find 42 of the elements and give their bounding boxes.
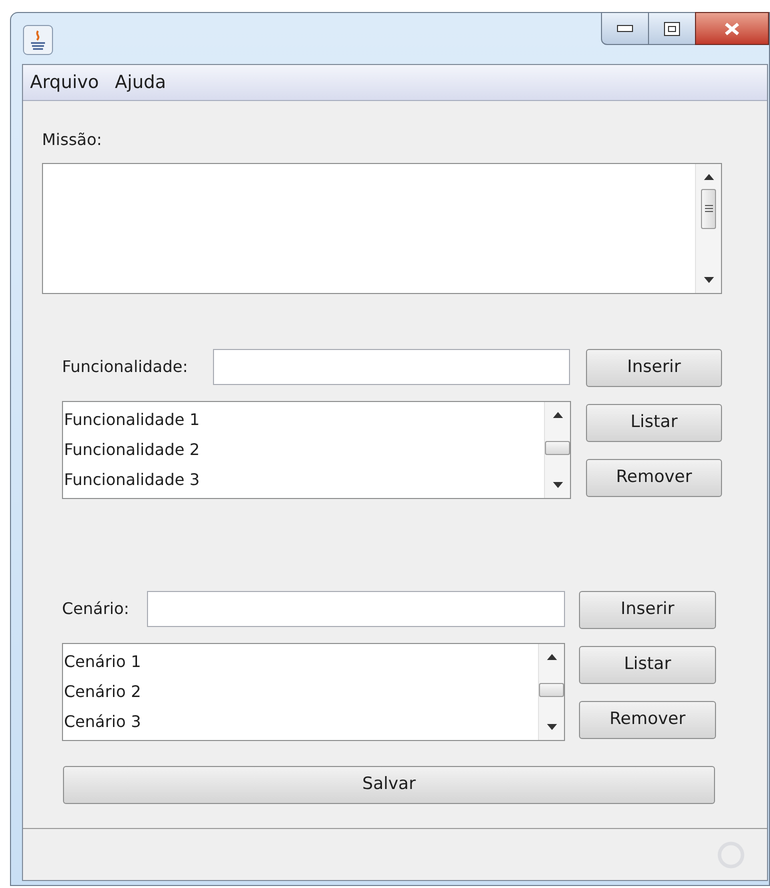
- list-item[interactable]: Cenário 2: [64, 677, 142, 707]
- action-button[interactable]: Inserir: [579, 591, 716, 629]
- field-label: Funcionalidade:: [62, 356, 189, 378]
- list-box[interactable]: Cenário 1 Cenário 2 Cenário 3: [62, 643, 565, 741]
- scroll-down-icon[interactable]: [552, 482, 562, 488]
- scroll-down-icon[interactable]: [704, 277, 714, 283]
- minimize-button[interactable]: [601, 12, 649, 45]
- field-label: Missão:: [42, 130, 103, 150]
- scrollbar[interactable]: [695, 164, 721, 293]
- scrollbar[interactable]: [538, 644, 564, 740]
- field-label: Cenário:: [62, 598, 130, 620]
- maximize-button[interactable]: [649, 12, 695, 45]
- list-item[interactable]: Funcionalidade 1: [64, 405, 200, 435]
- scroll-up-icon[interactable]: [552, 412, 562, 418]
- close-icon: [723, 22, 741, 36]
- scroll-thumb[interactable]: [539, 683, 564, 697]
- grip-icon: [704, 204, 712, 213]
- action-button[interactable]: Listar: [586, 404, 722, 442]
- menu-item[interactable]: Ajuda: [114, 69, 166, 96]
- scroll-thumb[interactable]: [545, 441, 570, 455]
- scrollbar[interactable]: [544, 402, 570, 498]
- list-item[interactable]: Funcionalidade 3: [64, 465, 200, 495]
- maximize-icon: [664, 22, 680, 36]
- app-icon: [23, 25, 53, 55]
- list-item[interactable]: Funcionalidade 2: [64, 435, 200, 465]
- menu-item[interactable]: Arquivo: [30, 69, 99, 96]
- action-button[interactable]: Inserir: [586, 349, 722, 387]
- list-box[interactable]: Funcionalidade 1 Funcionalidade 2 Funcionalidade 3: [62, 401, 571, 499]
- action-button[interactable]: Listar: [579, 646, 716, 684]
- text-field[interactable]: [213, 349, 570, 385]
- scroll-up-icon[interactable]: [704, 174, 714, 180]
- scroll-thumb[interactable]: [701, 188, 716, 228]
- close-button[interactable]: [695, 12, 769, 45]
- text-field[interactable]: [147, 591, 565, 627]
- list-item[interactable]: Cenário 1: [64, 647, 142, 677]
- save-button[interactable]: Salvar: [63, 766, 715, 804]
- action-button[interactable]: Remover: [586, 459, 722, 497]
- action-button[interactable]: Remover: [579, 701, 716, 739]
- list-item[interactable]: Cenário 3: [64, 707, 142, 737]
- scroll-up-icon[interactable]: [546, 654, 556, 660]
- minimize-icon: [617, 25, 633, 32]
- scroll-down-icon[interactable]: [546, 724, 556, 730]
